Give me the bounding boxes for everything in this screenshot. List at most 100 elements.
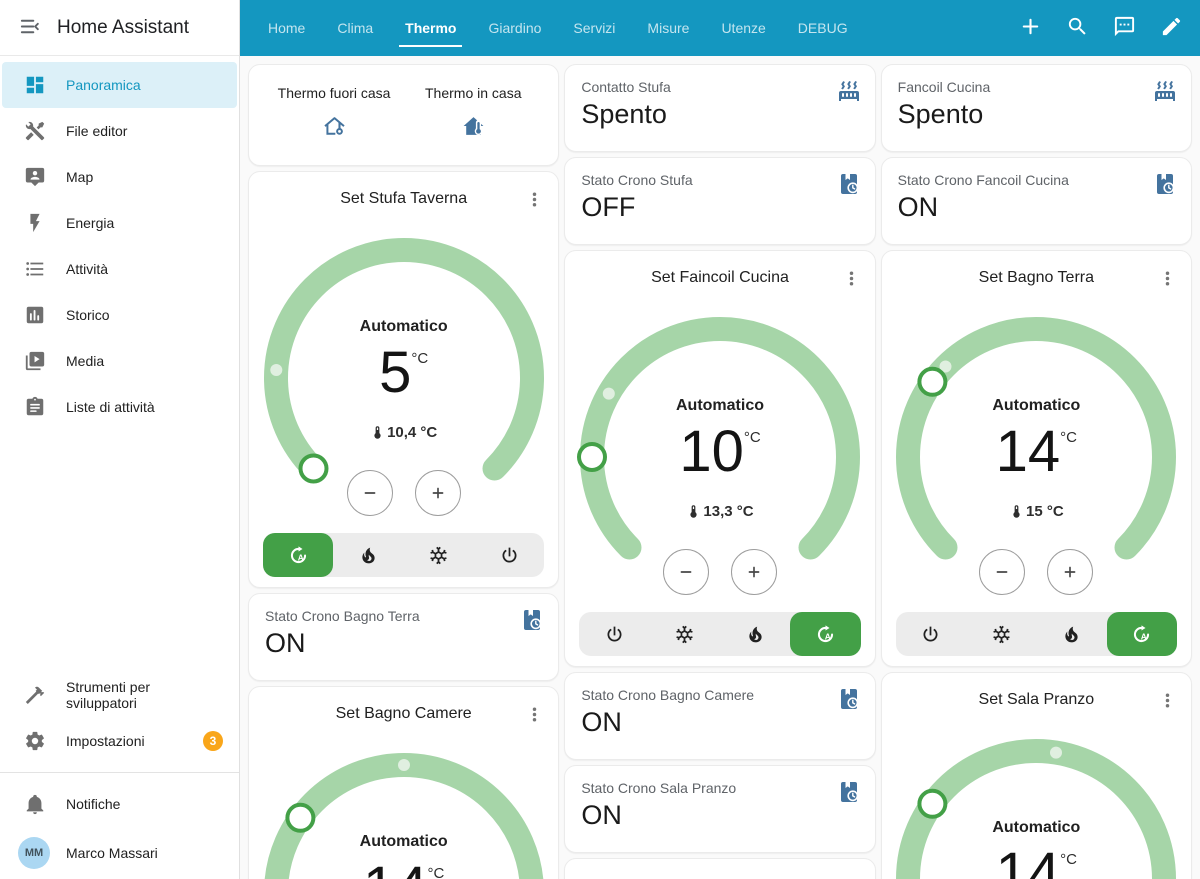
- increase-temperature-button[interactable]: [1047, 549, 1093, 595]
- home-thermo-in-icon: [461, 114, 486, 139]
- sensor-card-fancoil-cucina[interactable]: Fancoil Cucina Spento: [881, 64, 1192, 152]
- tab-servizi[interactable]: Servizi: [557, 0, 631, 56]
- sidebar-item-label: Liste di attività: [66, 399, 155, 415]
- sidebar-item-media[interactable]: Media: [2, 338, 237, 384]
- tab-clima[interactable]: Clima: [321, 0, 389, 56]
- add-button[interactable]: [1012, 8, 1049, 48]
- crono-icon: [837, 687, 861, 711]
- sensor-name: Contatto Stufa: [581, 79, 858, 95]
- plussm-icon: [1059, 561, 1081, 583]
- dashboard-column: Fancoil Cucina Spento Stato Crono Fancoi…: [881, 64, 1192, 879]
- sidebar-item-attivit[interactable]: Attività: [2, 246, 237, 292]
- sensor-card-stato-crono-bagno-camere[interactable]: Stato Crono Bagno Camere ON: [564, 672, 875, 760]
- mode-fire-button[interactable]: [333, 533, 403, 577]
- thermostat-card-set-stufa-taverna: Set Stufa Taverna Automatico 5°C 10,4 °C…: [248, 171, 559, 588]
- more-options-button[interactable]: [520, 185, 549, 217]
- search-button[interactable]: [1059, 8, 1096, 48]
- increase-temperature-button[interactable]: [415, 470, 461, 516]
- crono-icon: [837, 172, 861, 196]
- decrease-temperature-button[interactable]: [979, 549, 1025, 595]
- sensor-card-stato-crono-stufa[interactable]: Stato Crono Stufa OFF: [564, 157, 875, 245]
- dashboard-icon: [24, 74, 46, 96]
- app-root: Home Assistant Panoramica File editor Ma…: [0, 0, 1200, 879]
- mode-power-button[interactable]: [474, 533, 544, 577]
- dial-handle[interactable]: [920, 369, 946, 395]
- sensor-name: Stato Crono Sala Pranzo: [581, 780, 858, 796]
- media-icon: [24, 350, 46, 372]
- mode-auto-button[interactable]: A: [790, 612, 860, 656]
- list-icon: [24, 258, 46, 280]
- thermostat-title: Set Stufa Taverna: [279, 190, 528, 208]
- mode-fire-button[interactable]: [1036, 612, 1106, 656]
- plussm-icon: [743, 561, 765, 583]
- mode-snowflake-button[interactable]: [404, 533, 474, 577]
- glance-card: Thermo fuori casa Thermo in casa: [248, 64, 559, 166]
- sidebar-item-liste-di-attivit[interactable]: Liste di attività: [2, 384, 237, 430]
- sidebar-item-label: Energia: [66, 215, 114, 231]
- sensor-card-stato-crono-bagno-terra[interactable]: Stato Crono Bagno Terra ON: [248, 593, 559, 681]
- mode-auto-button[interactable]: A: [263, 533, 333, 577]
- tab-home[interactable]: Home: [252, 0, 321, 56]
- hvac-mode-row: A: [896, 612, 1177, 656]
- sensor-value: ON: [265, 628, 542, 659]
- glance-entity-thermo-fuori-casa[interactable]: Thermo fuori casa: [264, 85, 403, 139]
- tab-giardino[interactable]: Giardino: [472, 0, 557, 56]
- mode-auto-button[interactable]: A: [1107, 612, 1177, 656]
- decrease-temperature-button[interactable]: [347, 470, 393, 516]
- header-actions: [1012, 8, 1190, 48]
- tab-misure[interactable]: Misure: [631, 0, 705, 56]
- sensor-card-contatto-stufa[interactable]: Contatto Stufa Spento: [564, 64, 875, 152]
- crono-icon: [520, 608, 544, 632]
- thermostat-card-set-bagno-camere: Set Bagno Camere Automatico 14°C A: [248, 686, 559, 879]
- sidebar-item-energia[interactable]: Energia: [2, 200, 237, 246]
- thermostat-title: Set Bagno Terra: [912, 269, 1161, 287]
- tab-utenze[interactable]: Utenze: [705, 0, 781, 56]
- dots-icon: [1157, 690, 1178, 711]
- more-options-button[interactable]: [520, 700, 549, 732]
- hvac-mode-label: Automatico: [249, 318, 558, 336]
- mode-snowflake-button[interactable]: [966, 612, 1036, 656]
- crono-icon: [837, 780, 861, 804]
- sidebar-toggle-button[interactable]: [14, 11, 45, 45]
- hvac-mode-label: Automatico: [882, 397, 1191, 415]
- sensor-value: OFF: [581, 192, 858, 223]
- sidebar-item-label: Strumenti per sviluppatori: [66, 679, 223, 711]
- dots-icon: [841, 268, 862, 289]
- mode-snowflake-button[interactable]: [650, 612, 720, 656]
- dial-handle[interactable]: [920, 791, 946, 817]
- sidebar-item-notifiche[interactable]: Notifiche: [2, 781, 237, 827]
- assist-button[interactable]: [1106, 8, 1143, 48]
- hammer-icon: [24, 684, 46, 706]
- sidebar-item-file-editor[interactable]: File editor: [2, 108, 237, 154]
- sensor-value: Spento: [898, 99, 1175, 130]
- user-name: Marco Massari: [66, 845, 158, 861]
- increase-temperature-button[interactable]: [731, 549, 777, 595]
- sensor-name: Fancoil Cucina: [898, 79, 1175, 95]
- sidebar-item-impostazioni[interactable]: Impostazioni 3: [2, 718, 237, 764]
- sidebar-item-storico[interactable]: Storico: [2, 292, 237, 338]
- sidebar-item-label: Map: [66, 169, 93, 185]
- glance-entity-thermo-in-casa[interactable]: Thermo in casa: [404, 85, 543, 139]
- mode-power-button[interactable]: [896, 612, 966, 656]
- tab-debug[interactable]: DEBUG: [782, 0, 864, 56]
- sensor-card-stato-crono-fancoil-cucina[interactable]: Stato Crono Fancoil Cucina ON: [881, 157, 1192, 245]
- sidebar-item-map[interactable]: Map: [2, 154, 237, 200]
- more-options-button[interactable]: [1153, 686, 1182, 718]
- more-options-button[interactable]: [1153, 264, 1182, 296]
- edit-dashboard-button[interactable]: [1153, 8, 1190, 48]
- user-profile[interactable]: MM Marco Massari: [0, 827, 239, 879]
- thermostat-title: Set Sala Pranzo: [912, 691, 1161, 709]
- menu-icon: [18, 15, 41, 38]
- tab-thermo[interactable]: Thermo: [389, 0, 472, 56]
- snowflake-icon: [991, 624, 1012, 645]
- sidebar-item-panoramica[interactable]: Panoramica: [2, 62, 237, 108]
- mode-power-button[interactable]: [579, 612, 649, 656]
- mode-fire-button[interactable]: [720, 612, 790, 656]
- sensor-card-stato-crono-sala-pranzo[interactable]: Stato Crono Sala Pranzo ON: [564, 765, 875, 853]
- sidebar-item-strumenti-per-sviluppatori[interactable]: Strumenti per sviluppatori: [2, 672, 237, 718]
- sidebar-item-label: Media: [66, 353, 104, 369]
- more-options-button[interactable]: [837, 264, 866, 296]
- decrease-temperature-button[interactable]: [663, 549, 709, 595]
- temperature-steppers: [249, 470, 558, 516]
- dial-handle[interactable]: [287, 805, 313, 831]
